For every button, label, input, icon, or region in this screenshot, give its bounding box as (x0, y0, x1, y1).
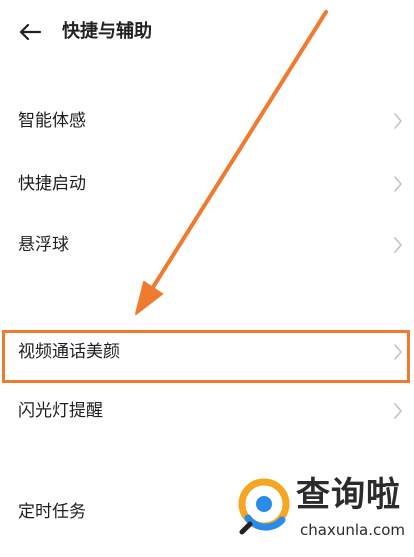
settings-item-smart-motion[interactable]: 智能体感 (0, 91, 414, 151)
settings-item-label: 闪光灯提醒 (18, 401, 103, 421)
settings-item-label: 视频通话美颜 (18, 342, 120, 362)
chevron-right-icon (394, 237, 402, 253)
settings-item-label: 定时任务 (18, 502, 86, 522)
page-title: 快捷与辅助 (62, 21, 152, 42)
screen: 快捷与辅助 智能体感 快捷启动 悬浮球 视频通话美颜 闪光灯提醒 定时任务 查询… (0, 0, 414, 557)
chevron-right-icon (394, 113, 402, 129)
settings-item-video-call-beauty[interactable]: 视频通话美颜 (0, 322, 414, 382)
chevron-right-icon (394, 344, 402, 360)
settings-item-label: 快捷启动 (18, 174, 86, 194)
settings-item-floating-ball[interactable]: 悬浮球 (0, 215, 414, 275)
settings-item-label: 智能体感 (18, 111, 86, 131)
settings-item-flash-notification[interactable]: 闪光灯提醒 (0, 381, 414, 441)
settings-item-quick-launch[interactable]: 快捷启动 (0, 154, 414, 214)
top-bar: 快捷与辅助 (0, 0, 414, 64)
arrow-left-icon (19, 23, 42, 41)
chevron-right-icon (394, 176, 402, 192)
watermark-name: 查询啦 (296, 475, 401, 515)
settings-item-label: 悬浮球 (18, 235, 69, 255)
watermark-url: chaxunla.com (300, 521, 405, 539)
chevron-right-icon (394, 403, 402, 419)
back-button[interactable] (14, 18, 46, 46)
magnifier-logo-icon (238, 478, 290, 535)
